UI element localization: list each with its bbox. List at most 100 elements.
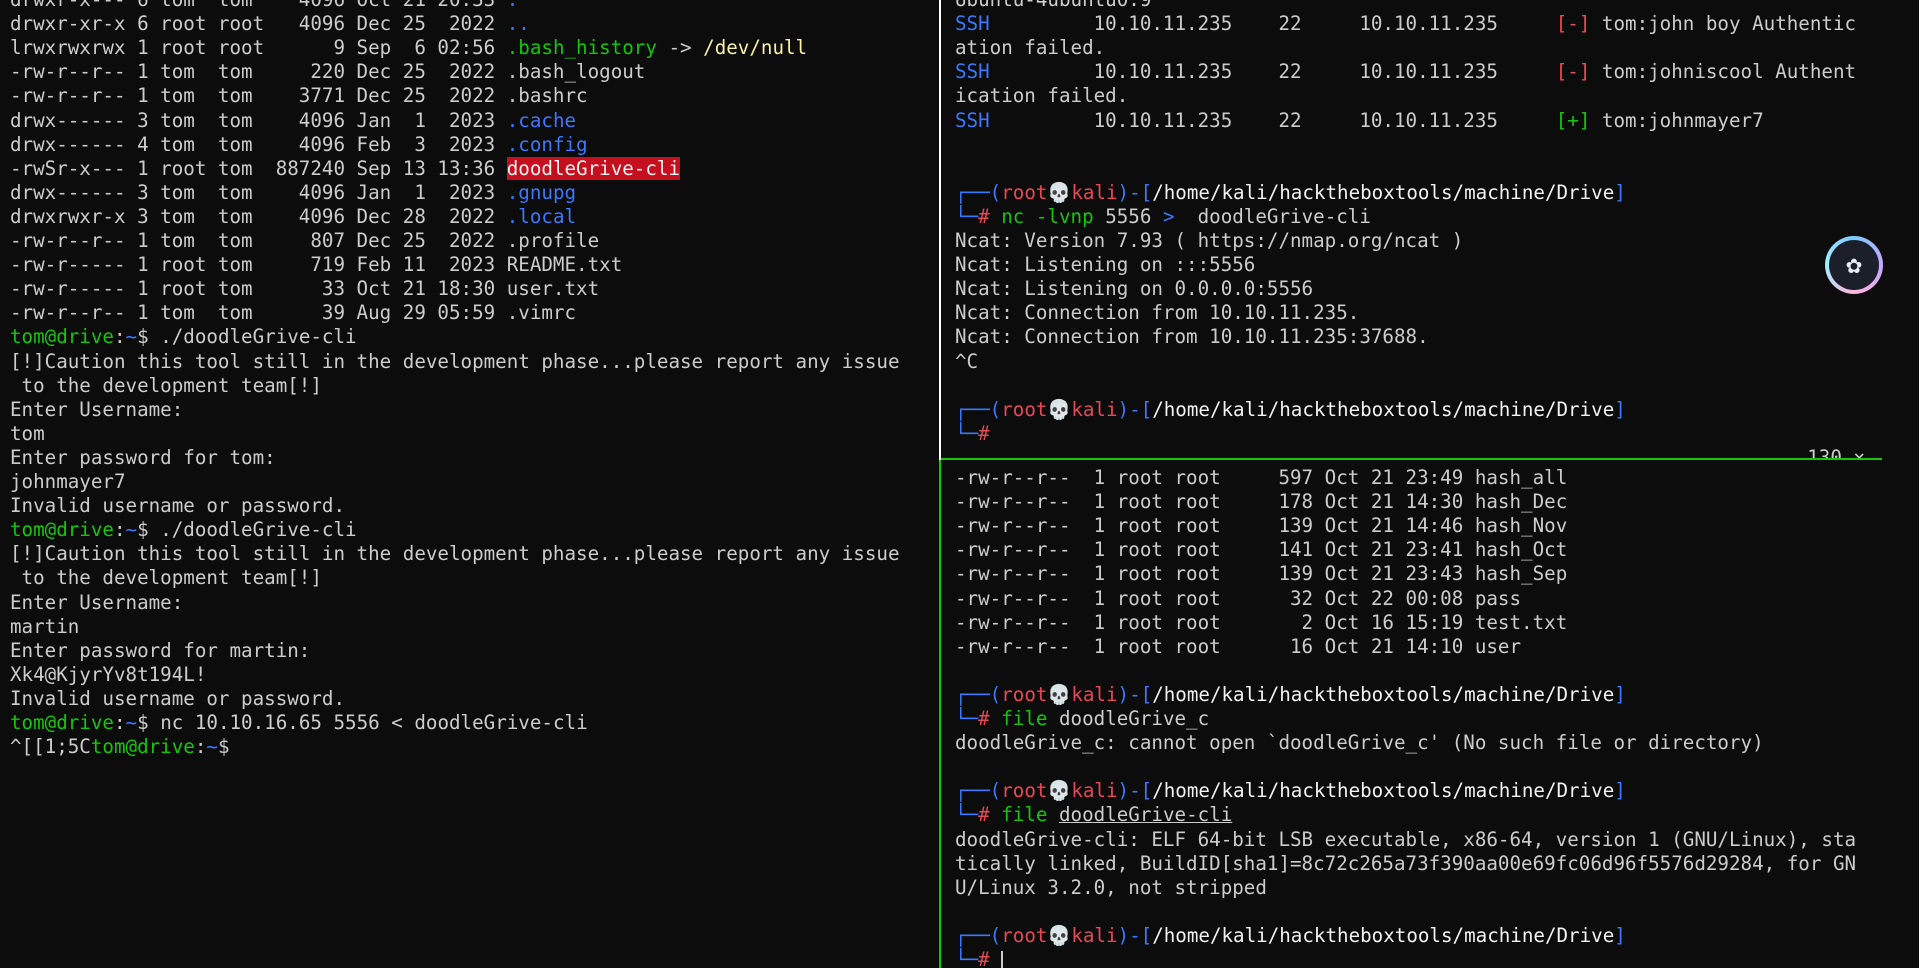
terminal-line: -rw-r----- 1 root tom 719 Feb 11 2023 RE…	[10, 253, 622, 277]
terminal-line: └─#	[955, 422, 990, 446]
terminal-text: Ubuntu-4ubuntu0.9	[955, 0, 1151, 11]
terminal-line: Enter Username:	[10, 591, 183, 615]
terminal-pane-left[interactable]: drwxr-x--- 6 tom tom 4096 Oct 21 20:33 .…	[0, 0, 938, 968]
terminal-text: .local	[506, 204, 577, 228]
terminal-line: -rw-r--r-- 1 root root 141 Oct 21 23:41 …	[955, 538, 1567, 562]
terminal-text: ]	[1614, 779, 1626, 803]
terminal-text: [!]Caution this tool still in the develo…	[10, 349, 900, 373]
terminal-line: ^C	[955, 350, 978, 374]
terminal-text: lrwxrwxrwx 1 root root 9 Sep 6 02:56	[10, 36, 507, 60]
terminal-line: SSH 10.10.11.235 22 10.10.11.235 [+] tom…	[955, 109, 1764, 133]
terminal-text: 10.10.11.235 22 10.10.11.235	[989, 60, 1556, 84]
terminal-line: tically linked, BuildID[sha1]=8c72c265a7…	[955, 852, 1856, 876]
terminal-text: ]	[1614, 397, 1626, 421]
terminal-text: -rw-r--r-- 1 tom tom 220 Dec 25 2022 .ba…	[10, 60, 646, 84]
terminal-line: -rwSr-x--- 1 root tom 887240 Sep 13 13:3…	[10, 156, 681, 181]
terminal-text: #	[978, 421, 990, 445]
terminal-line: -rw-r--r-- 1 tom tom 807 Dec 25 2022 .pr…	[10, 229, 599, 253]
terminal-line: U/Linux 3.2.0, not stripped	[955, 876, 1267, 900]
terminal-text: /home/kali/hacktheboxtools/machine/Drive	[1152, 180, 1615, 204]
terminal-text: -rw-r--r-- 1 root root 597 Oct 21 23:49 …	[955, 466, 1568, 489]
terminal-line: johnmayer7	[10, 470, 126, 494]
terminal-text: doodleGrive_c: cannot open `doodleGrive_…	[955, 731, 1764, 755]
terminal-text: root💀kali	[1001, 397, 1118, 421]
terminal-text: tom@drive	[90, 735, 195, 759]
terminal-text: -rw-r--r-- 1 root root 178 Oct 21 14:30 …	[955, 490, 1568, 514]
terminal-text: U/Linux 3.2.0, not stripped	[955, 875, 1267, 899]
terminal-pane-right-top[interactable]: 130 × Ubuntu-4ubuntu0.9SSH 10.10.11.235 …	[945, 0, 1885, 459]
terminal-text: tom:johniscool Authent	[1590, 60, 1857, 84]
terminal-line: ication failed.	[955, 84, 1128, 108]
terminal-text: Ncat: Version 7.93 ( https://nmap.org/nc…	[955, 229, 1464, 252]
terminal-text: #	[978, 803, 1002, 827]
terminal-text: [+]	[1555, 108, 1591, 132]
pane-divider-horizontal[interactable]	[941, 458, 1882, 460]
terminal-text: Enter Username:	[10, 397, 184, 421]
terminal-line: tom@drive:~$ ./doodleGrive-cli	[10, 518, 357, 542]
terminal-text: SSH	[955, 12, 990, 36]
terminal-text: └─	[955, 948, 979, 968]
terminal-line: drwxr-xr-x 6 root root 4096 Dec 25 2022 …	[10, 12, 530, 36]
terminal-line: [!]Caution this tool still in the develo…	[10, 542, 900, 566]
terminal-text: -rw-r--r-- 1 root root 141 Oct 21 23:41 …	[955, 538, 1568, 562]
terminal-text: )-[	[1117, 397, 1153, 421]
terminal-text: root💀kali	[1001, 682, 1118, 706]
terminal-line: -rw-r--r-- 1 root root 139 Oct 21 14:46 …	[955, 514, 1567, 538]
terminal-text: └─	[955, 204, 979, 228]
terminal-text: drwxr-x--- 6 tom tom 4096 Oct 21 20:33	[10, 0, 507, 11]
terminal-text: .gnupg	[506, 180, 577, 204]
terminal-text: -rw-r--r-- 1 tom tom 39 Aug 29 05:59 .vi…	[10, 301, 577, 325]
terminal-text: └─	[955, 803, 979, 827]
terminal-text: [-]	[1555, 12, 1591, 36]
terminal-line: Enter password for martin:	[10, 639, 310, 663]
terminal-text: drwx------ 3 tom tom 4096 Jan 1 2023	[10, 108, 507, 132]
pane-divider-vertical-active[interactable]	[939, 460, 941, 968]
terminal-text: -rw-r--r-- 1 tom tom 807 Dec 25 2022 .pr…	[10, 229, 600, 252]
terminal-text: root💀kali	[1001, 923, 1118, 947]
terminal-text: tically linked, BuildID[sha1]=8c72c265a7…	[955, 851, 1857, 875]
terminal-line: -rw-r--r-- 1 tom tom 39 Aug 29 05:59 .vi…	[10, 301, 576, 325]
terminal-line: ation failed.	[955, 36, 1105, 60]
terminal-text: $ ./doodleGrive-cli	[137, 518, 357, 542]
terminal-line: Ncat: Connection from 10.10.11.235:37688…	[955, 325, 1429, 349]
terminal-text: tom@drive	[10, 325, 114, 349]
terminal-text: )-[	[1117, 180, 1153, 204]
terminal-text: to the development team[!]	[10, 566, 322, 590]
terminal-line: └─# nc -lvnp 5556 > doodleGrive-cli	[955, 205, 1371, 229]
terminal-text: johnmayer7	[10, 470, 126, 493]
terminal-text: drwxrwxr-x 3 tom tom 4096 Dec 28 2022	[10, 204, 507, 228]
terminal-line: drwxr-x--- 6 tom tom 4096 Oct 21 20:33 .	[10, 0, 518, 12]
terminal-text: └─	[955, 707, 979, 730]
terminal-text: ]	[1614, 682, 1626, 706]
terminal-pane-right-bottom[interactable]: -rw-r--r-- 1 root root 597 Oct 21 23:49 …	[945, 462, 1885, 968]
terminal-text: $	[217, 735, 230, 759]
terminal-line: Xk4@KjyrYv8t194L!	[10, 663, 206, 687]
terminal-text: tom:john boy Authentic	[1590, 12, 1857, 36]
terminal-text: :	[113, 325, 126, 349]
terminal-line: drwx------ 3 tom tom 4096 Jan 1 2023 .gn…	[10, 181, 576, 205]
terminal-text: 5556	[1093, 204, 1163, 228]
terminal-text: :	[113, 711, 126, 734]
terminal-text: file	[1001, 707, 1048, 730]
terminal-text: tom:johnmayer7	[1590, 108, 1764, 132]
terminal-text: ~	[206, 735, 218, 759]
terminal-line: tom	[10, 422, 45, 446]
exit-code-indicator: 130 ×	[1761, 422, 1865, 459]
pane-divider-vertical[interactable]	[939, 0, 941, 460]
terminal-text: ┌──(	[955, 397, 1002, 421]
terminal-text: /home/kali/hacktheboxtools/machine/Drive	[1152, 923, 1615, 947]
terminal-text: ..	[506, 12, 530, 36]
terminal-text: .config	[506, 132, 588, 156]
terminal-text: ~	[125, 518, 138, 542]
assistant-floating-button[interactable]: ✿	[1825, 236, 1883, 294]
text-cursor	[1001, 950, 1004, 968]
terminal-line: -rw-r--r-- 1 root root 139 Oct 21 23:43 …	[955, 562, 1567, 586]
terminal-line: Ncat: Version 7.93 ( https://nmap.org/nc…	[955, 229, 1463, 253]
terminal-text: [-]	[1555, 60, 1591, 84]
terminal-text: tom@drive	[10, 711, 114, 734]
terminal-line: └─#	[955, 948, 1004, 968]
terminal-text: -rwSr-x--- 1 root tom 887240 Sep 13 13:3…	[10, 156, 507, 180]
terminal-text: Ncat: Listening on 0.0.0.0:5556	[955, 277, 1314, 301]
terminal-line: drwx------ 3 tom tom 4096 Jan 1 2023 .ca…	[10, 109, 576, 133]
